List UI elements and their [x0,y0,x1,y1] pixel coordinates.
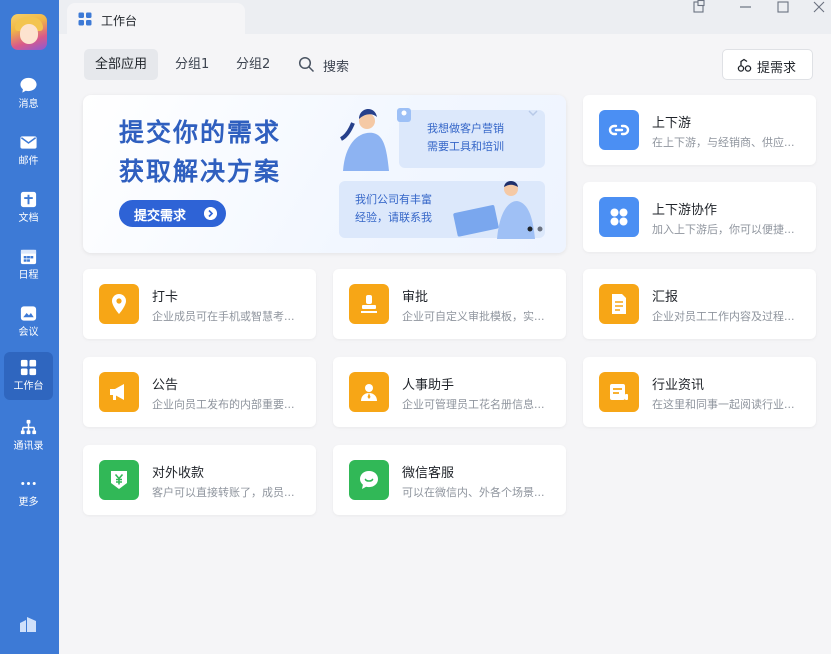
app-desc: 企业可管理员工花名册信息... [402,398,545,411]
sidebar-item-messages[interactable]: 消息 [4,70,53,118]
search-icon[interactable] [298,56,315,73]
app-title: 微信客服 [402,466,455,481]
app-desc: 企业向员工发布的内部重要... [152,398,295,411]
sidebar-item-meeting[interactable]: 会议 [4,298,53,346]
app-desc: 企业可自定义审批模板，实... [402,310,545,323]
sidebar-item-label: 文档 [18,213,39,224]
bubble-2-line-1: 我们公司有丰富 [355,193,432,206]
report-document-icon [612,294,626,314]
app-title: 人事助手 [402,378,455,393]
news-icon [610,384,628,400]
cta-label: 提交需求 [134,209,187,224]
carousel-dots[interactable] [526,225,546,233]
search-label[interactable]: 搜索 [323,56,349,75]
app-title: 对外收款 [152,466,205,481]
sidebar-item-calendar[interactable]: 日程 [4,241,53,289]
title-bar: 工作台 [59,0,831,34]
app-card-hr-assistant[interactable]: 人事助手 企业可管理员工花名册信息... [333,357,566,427]
app-desc: 加入上下游后，你可以便捷... [652,223,795,236]
approval-stamp-icon [361,295,377,313]
hr-person-icon [361,384,377,401]
sidebar-item-docs[interactable]: 文档 [4,184,53,232]
yen-shield-icon [111,471,127,489]
app-title: 审批 [402,290,429,305]
avatar[interactable] [11,14,47,50]
sidebar-item-label: 邮件 [18,156,39,167]
tab-all-apps[interactable]: 全部应用 [84,49,159,80]
app-card-report[interactable]: 汇报 企业对员工工作内容及过程... [583,269,816,339]
app-card-checkin[interactable]: 打卡 企业成员可在手机或智慧考... [83,269,316,339]
app-title: 汇报 [652,290,679,305]
request-icon [737,58,752,72]
app-card-external-payment[interactable]: 对外收款 客户可以直接转账了，成员... [83,445,316,515]
app-title: 公告 [152,378,179,393]
banner-headline-2: 获取解决方案 [119,157,282,186]
chevron-down-icon [528,110,538,117]
arrow-right-icon [204,207,217,220]
app-card-announcement[interactable]: 公告 企业向员工发布的内部重要... [83,357,316,427]
more-dots-icon [21,481,36,486]
sidebar-item-more[interactable]: 更多 [4,468,53,516]
illustration-person-1 [340,108,411,171]
wechat-service-icon [360,471,378,489]
sidebar-item-mail[interactable]: 邮件 [4,127,53,175]
bubble-1-line-2: 需要工具和培训 [427,140,504,153]
app-desc: 在上下游，与经销商、供应... [652,136,795,149]
sidebar-item-label: 通讯录 [13,441,44,452]
app-desc: 可以在微信内、外各个场景... [402,486,545,499]
sidebar-item-label: 日程 [18,270,39,281]
sidebar: 消息 邮件 文档 日程 会议 工作台 通讯录 更多 [0,0,59,654]
maximize-icon[interactable] [774,0,792,14]
submit-request-cta-button[interactable]: 提交需求 [119,200,226,227]
meeting-icon [20,306,37,321]
sidebar-item-workbench[interactable]: 工作台 [4,352,53,400]
promo-banner[interactable]: 提交你的需求 获取解决方案 提交需求 我想做客户营销 需要工具和培训 我们公司有… [83,95,566,253]
minimize-icon[interactable] [737,0,755,14]
sidebar-item-label: 消息 [18,99,39,110]
sidebar-item-label: 工作台 [13,381,44,392]
close-icon[interactable] [810,0,828,14]
document-icon [20,191,37,208]
banner-headline-1: 提交你的需求 [119,118,282,147]
sidebar-item-contacts[interactable]: 通讯录 [4,412,53,460]
tab-label: 工作台 [101,14,138,28]
chat-bubble-icon [20,77,37,93]
app-title: 打卡 [152,290,179,305]
sidebar-item-label: 更多 [18,497,39,508]
tab-group2[interactable]: 分组2 [225,49,281,80]
megaphone-icon [110,384,124,400]
mail-icon [20,136,37,149]
app-card-approval[interactable]: 审批 企业可自定义审批模板，实... [333,269,566,339]
pin-window-icon[interactable] [690,0,708,14]
app-card-upstream-collab[interactable]: 上下游协作 加入上下游后，你可以便捷... [583,182,816,252]
building-icon[interactable] [18,614,38,634]
app-title: 行业资讯 [652,378,705,393]
app-card-industry-news[interactable]: 行业资讯 在这里和同事一起阅读行业... [583,357,816,427]
calendar-icon [20,249,37,265]
app-desc: 在这里和同事一起阅读行业... [652,398,795,411]
bubble-2-line-2: 经验，请联系我 [355,211,432,224]
collaboration-grid-icon [610,208,628,226]
location-pin-icon [112,294,126,314]
contacts-icon [20,419,37,435]
app-desc: 企业对员工工作内容及过程... [652,310,795,323]
app-title: 上下游协作 [652,203,718,218]
app-title: 上下游 [652,116,692,131]
submit-request-label: 提需求 [757,61,797,76]
link-chain-icon [608,124,630,136]
workbench-grid-icon [78,12,92,26]
workbench-grid-icon [20,359,37,376]
tab-workbench[interactable]: 工作台 [67,3,245,34]
tab-group1[interactable]: 分组1 [164,49,220,80]
submit-request-button[interactable]: 提需求 [722,49,813,80]
app-desc: 客户可以直接转账了，成员... [152,486,295,499]
bubble-1-line-1: 我想做客户营销 [427,122,504,135]
app-card-upstream-downstream[interactable]: 上下游 在上下游，与经销商、供应... [583,95,816,165]
illustration-person-2 [453,181,535,239]
app-desc: 企业成员可在手机或智慧考... [152,310,295,323]
app-card-wechat-service[interactable]: 微信客服 可以在微信内、外各个场景... [333,445,566,515]
sidebar-item-label: 会议 [18,327,39,338]
